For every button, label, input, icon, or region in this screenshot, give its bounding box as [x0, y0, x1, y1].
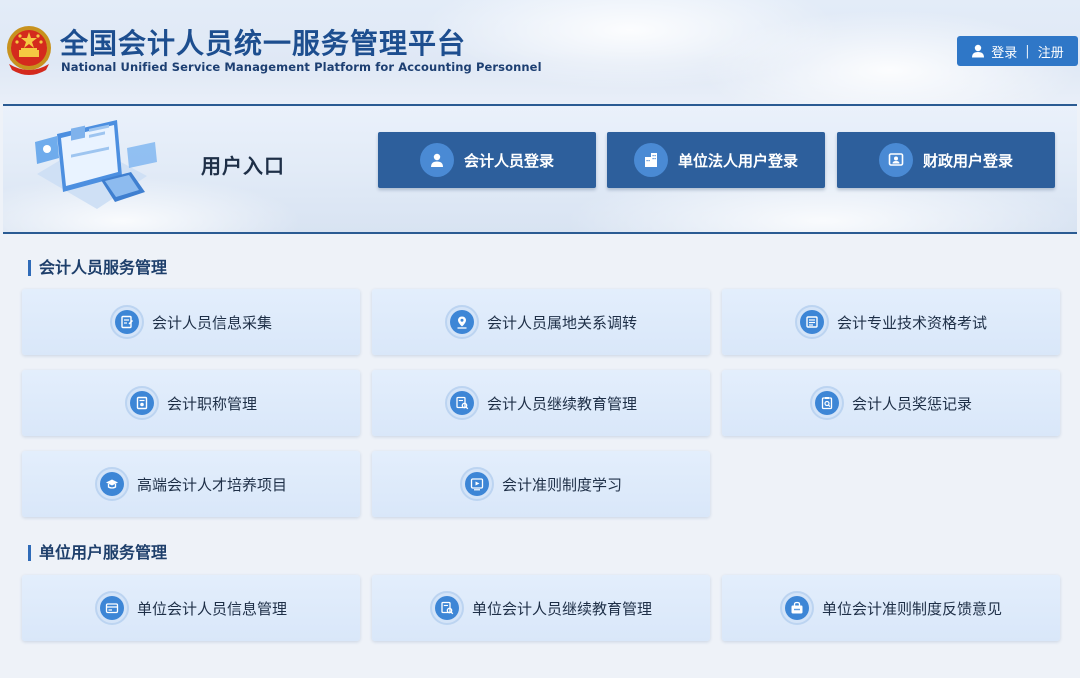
- user-icon: [972, 44, 985, 58]
- location-transfer-icon: [444, 305, 479, 339]
- person-icon: [419, 143, 454, 177]
- card-label: 会计专业技术资格考试: [836, 313, 987, 332]
- video-play-icon: [459, 467, 494, 501]
- user-entry-section: 用户入口 会计人员登录 单位法人用户登录 财政用户登录: [3, 104, 1077, 234]
- card-label: 单位会计人员信息管理: [136, 599, 287, 618]
- card-label: 单位会计人员继续教育管理: [471, 599, 652, 618]
- finance-user-login-label: 财政用户登录: [922, 151, 1013, 170]
- accountant-login-button[interactable]: 会计人员登录: [378, 132, 596, 188]
- education-search-icon: [429, 591, 464, 625]
- finance-user-icon: [878, 143, 913, 177]
- service-card-title-manage[interactable]: 会计职称管理: [22, 370, 360, 436]
- reward-record-icon: [809, 386, 844, 420]
- service-card-entity-feedback[interactable]: 单位会计准则制度反馈意见: [722, 575, 1060, 641]
- accountant-services-heading: 会计人员服务管理: [28, 260, 167, 276]
- card-label: 会计职称管理: [166, 394, 257, 413]
- service-card-entity-continuing-education[interactable]: 单位会计人员继续教育管理: [372, 575, 710, 641]
- info-collect-icon: [109, 305, 144, 339]
- entity-services-heading: 单位用户服务管理: [28, 545, 167, 561]
- feedback-icon: [779, 591, 814, 625]
- computer-illustration-icon: [35, 120, 157, 209]
- service-card-entity-info-manage[interactable]: 单位会计人员信息管理: [22, 575, 360, 641]
- education-search-icon: [444, 386, 479, 420]
- legal-entity-login-label: 单位法人用户登录: [677, 151, 798, 170]
- service-card-reward-record[interactable]: 会计人员奖惩记录: [722, 370, 1060, 436]
- site-title: 全国会计人员统一服务管理平台: [60, 27, 467, 60]
- legal-entity-login-button[interactable]: 单位法人用户登录: [607, 132, 825, 188]
- login-register-button[interactable]: 登录 | 注册: [957, 36, 1078, 66]
- login-link[interactable]: 登录: [991, 42, 1017, 61]
- building-icon: [633, 143, 668, 177]
- service-card-info-collect[interactable]: 会计人员信息采集: [22, 289, 360, 355]
- service-card-location-transfer[interactable]: 会计人员属地关系调转: [372, 289, 710, 355]
- service-card-qualification-exam[interactable]: 会计专业技术资格考试: [722, 289, 1060, 355]
- national-emblem-icon: [7, 26, 51, 75]
- title-manage-icon: [124, 386, 159, 420]
- service-card-talent-program[interactable]: 高端会计人才培养项目: [22, 451, 360, 517]
- card-label: 高端会计人才培养项目: [136, 475, 287, 494]
- card-label: 会计人员属地关系调转: [486, 313, 637, 332]
- card-label: 会计人员继续教育管理: [486, 394, 637, 413]
- graduation-cap-icon: [94, 467, 129, 501]
- card-label: 会计人员奖惩记录: [851, 394, 972, 413]
- user-entry-title: 用户入口: [201, 154, 285, 178]
- card-label: 会计准则制度学习: [501, 475, 622, 494]
- register-link[interactable]: 注册: [1038, 42, 1064, 61]
- service-card-standards-learning[interactable]: 会计准则制度学习: [372, 451, 710, 517]
- site-header: 全国会计人员统一服务管理平台 National Unified Service …: [0, 0, 1080, 104]
- exam-icon: [794, 305, 829, 339]
- service-card-continuing-education[interactable]: 会计人员继续教育管理: [372, 370, 710, 436]
- site-subtitle-english: National Unified Service Management Plat…: [61, 60, 542, 74]
- auth-separator: |: [1025, 43, 1030, 59]
- finance-user-login-button[interactable]: 财政用户登录: [837, 132, 1055, 188]
- card-label: 单位会计准则制度反馈意见: [821, 599, 1002, 618]
- accountant-login-label: 会计人员登录: [463, 151, 554, 170]
- card-info-icon: [94, 591, 129, 625]
- card-label: 会计人员信息采集: [151, 313, 272, 332]
